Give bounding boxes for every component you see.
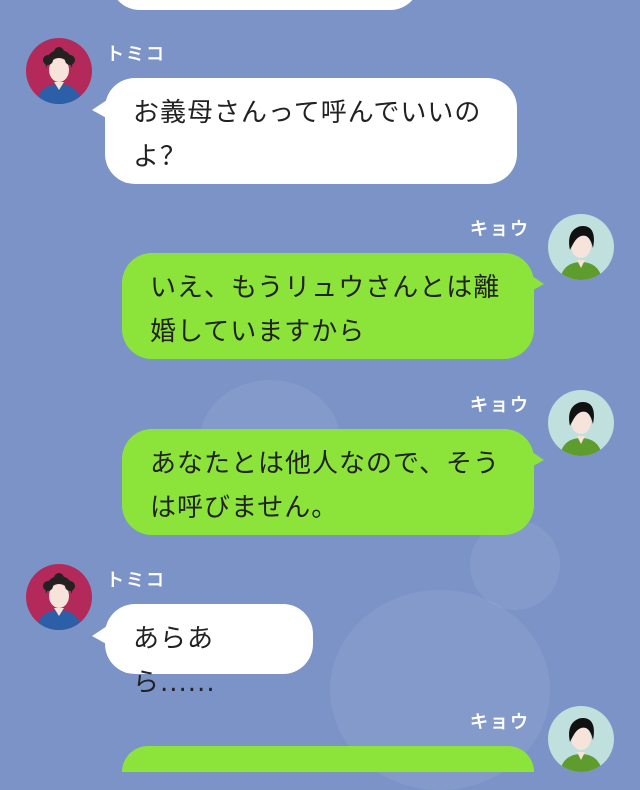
message-line: いえ、もうリュウさんとは離 [150,273,501,303]
message-line: は呼びません。 [150,493,339,523]
tomiko-avatar[interactable] [26,38,92,104]
sender-name: キョウ [470,219,530,240]
sender-name: キョウ [470,712,530,733]
kyou-avatar[interactable] [548,706,614,772]
message-line: あなたとは他人なので、そう [150,449,500,479]
chat-bubble: いえ、もうリュウさんとは離 婚していますから [122,253,534,359]
chat-bubble: あなたとは他人なので、そう は呼びません。 [122,429,534,535]
chat-bubble: あらあら...... [105,604,313,698]
chat-bubble-partial [110,0,420,10]
kyou-avatar[interactable] [548,214,614,280]
kyou-avatar[interactable] [548,390,614,456]
message-line: よ？ [133,142,188,172]
tomiko-avatar[interactable] [26,564,92,630]
message-line: あらあら...... [133,624,216,698]
message-line: お義母さんって呼んでいいの [133,98,482,128]
sender-name: トミコ [106,570,166,591]
sender-name: トミコ [106,44,166,65]
chat-bubble-partial [122,746,534,772]
chat-bubble: お義母さんって呼んでいいの よ？ [105,78,517,184]
sender-name: キョウ [470,395,530,416]
message-line: 婚していますから [150,317,366,347]
